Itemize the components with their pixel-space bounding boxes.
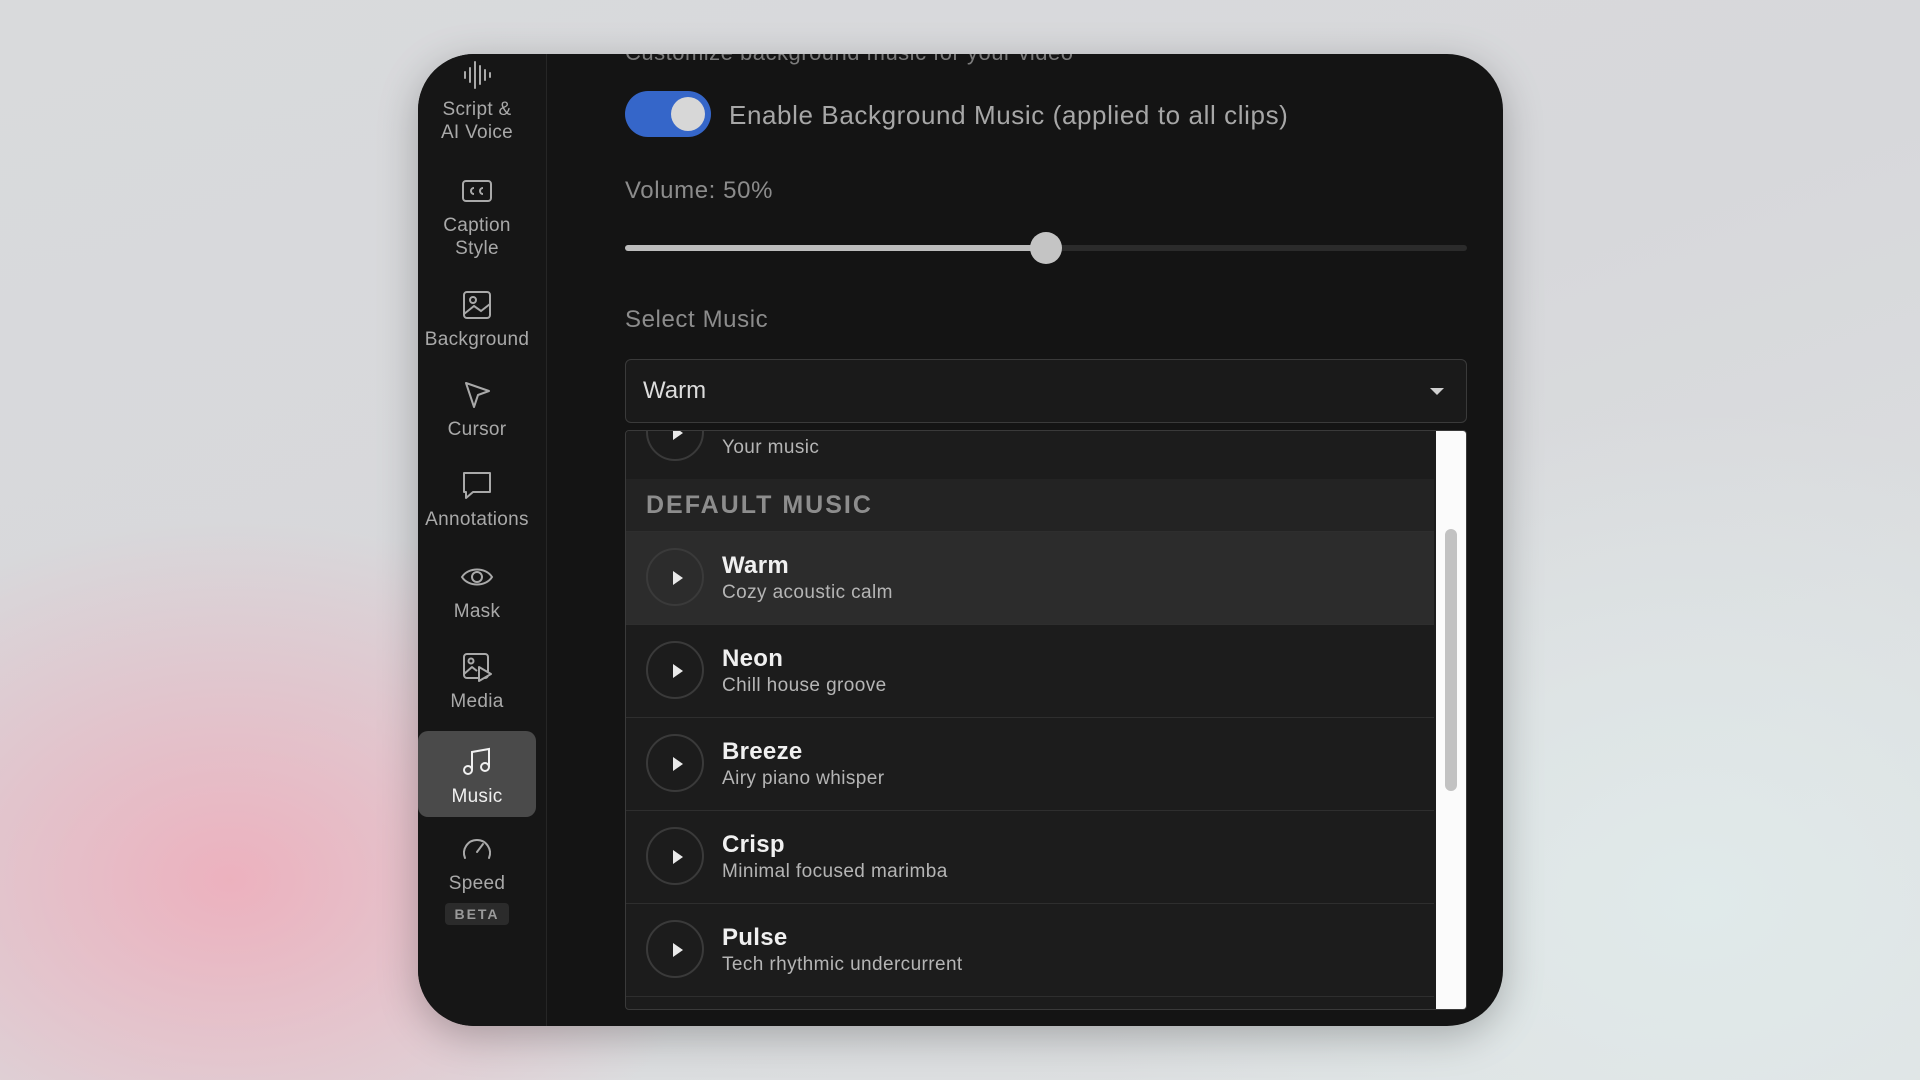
- eye-icon: [460, 568, 494, 586]
- sidebar-item-label: Cursor: [447, 419, 507, 440]
- sidebar-item-mask[interactable]: Mask: [418, 560, 536, 640]
- background-music-toggle[interactable]: [625, 91, 711, 137]
- dropdown-scrollbar[interactable]: [1436, 431, 1466, 1009]
- music-panel: Customize background music for your vide…: [547, 54, 1503, 1026]
- section-header-label: DEFAULT MUSIC: [646, 491, 873, 519]
- list-item-pulse[interactable]: Pulse Tech rhythmic undercurrent: [626, 904, 1434, 997]
- list-item-subtitle: Minimal focused marimba: [722, 861, 948, 882]
- background-music-toggle-label: Enable Background Music (applied to all …: [729, 100, 1289, 130]
- music-note-icon: [463, 747, 490, 775]
- list-item-title: Crisp: [722, 831, 785, 858]
- play-icon[interactable]: [646, 431, 704, 461]
- music-select[interactable]: Warm: [625, 359, 1467, 423]
- list-item-warm[interactable]: Warm Cozy acoustic calm: [626, 532, 1434, 625]
- sidebar-item-label: Background: [424, 329, 530, 350]
- sidebar-item-script-ai-voice[interactable]: Script & AI Voice: [418, 58, 536, 160]
- music-dropdown-list: Your music DEFAULT MUSIC Warm Cozy acous…: [625, 430, 1467, 1010]
- music-select-value: Warm: [643, 377, 707, 404]
- volume-slider-thumb[interactable]: [1030, 232, 1062, 264]
- list-item-title: Warm: [722, 552, 789, 579]
- play-icon[interactable]: [646, 548, 704, 606]
- chevron-down-icon: [1430, 388, 1444, 395]
- media-icon: [463, 653, 492, 682]
- cursor-icon: [465, 382, 490, 408]
- volume-slider-fill: [625, 245, 1046, 251]
- list-item-breeze[interactable]: Breeze Airy piano whisper: [626, 718, 1434, 811]
- panel-description: Customize background music for your vide…: [625, 54, 1073, 66]
- list-item-subtitle: Airy piano whisper: [722, 768, 885, 789]
- volume-slider[interactable]: [625, 232, 1467, 264]
- sidebar-item-background[interactable]: Background: [418, 288, 536, 368]
- list-item-title: Breeze: [722, 738, 803, 765]
- scrollbar-thumb[interactable]: [1445, 529, 1457, 791]
- image-icon: [463, 291, 491, 319]
- sidebar-item-cursor[interactable]: Cursor: [418, 378, 536, 458]
- sidebar-item-caption-style[interactable]: Caption Style: [418, 174, 536, 276]
- sidebar-item-label: Caption Style: [443, 215, 511, 259]
- list-item-subtitle: Tech rhythmic undercurrent: [722, 954, 963, 975]
- list-item-subtitle: Chill house groove: [722, 675, 887, 696]
- speedometer-icon: [463, 839, 491, 859]
- sidebar-item-speed[interactable]: Speed BETA: [418, 832, 536, 942]
- list-item-your-music[interactable]: Your music: [626, 431, 1434, 480]
- play-icon[interactable]: [646, 920, 704, 978]
- play-icon[interactable]: [646, 641, 704, 699]
- app-window: Script & AI Voice Caption Style Backgrou…: [418, 54, 1503, 1026]
- sidebar-item-music[interactable]: Music: [418, 731, 536, 817]
- comment-icon: [463, 472, 491, 499]
- cc-icon: [462, 180, 492, 202]
- list-item-crisp[interactable]: Crisp Minimal focused marimba: [626, 811, 1434, 904]
- list-item-title: Neon: [722, 645, 784, 672]
- sidebar-item-label: Music: [451, 785, 503, 807]
- toggle-knob: [671, 97, 705, 131]
- section-header-default-music: DEFAULT MUSIC: [626, 479, 1434, 532]
- sidebar-item-label: Script & AI Voice: [440, 99, 514, 143]
- waveform-icon: [464, 61, 491, 89]
- list-item-title: Pulse: [722, 924, 788, 951]
- beta-badge: BETA: [445, 903, 509, 925]
- music-options: Your music DEFAULT MUSIC Warm Cozy acous…: [626, 431, 1434, 1009]
- sidebar: Script & AI Voice Caption Style Backgrou…: [418, 54, 547, 1026]
- select-music-label: Select Music: [625, 306, 769, 333]
- play-icon[interactable]: [646, 734, 704, 792]
- sidebar-item-label: Mask: [453, 601, 501, 622]
- volume-label: Volume: 50%: [625, 177, 774, 204]
- list-item-subtitle: Cozy acoustic calm: [722, 582, 893, 603]
- play-icon[interactable]: [646, 827, 704, 885]
- sidebar-item-annotations[interactable]: Annotations: [418, 468, 536, 548]
- sidebar-item-media[interactable]: Media: [418, 650, 536, 730]
- list-item-neon[interactable]: Neon Chill house groove: [626, 625, 1434, 718]
- sidebar-item-label: Annotations: [425, 509, 529, 530]
- sidebar-item-label: Speed: [448, 873, 506, 894]
- sidebar-item-label: Media: [450, 691, 504, 712]
- list-item-subtitle: Your music: [722, 437, 820, 458]
